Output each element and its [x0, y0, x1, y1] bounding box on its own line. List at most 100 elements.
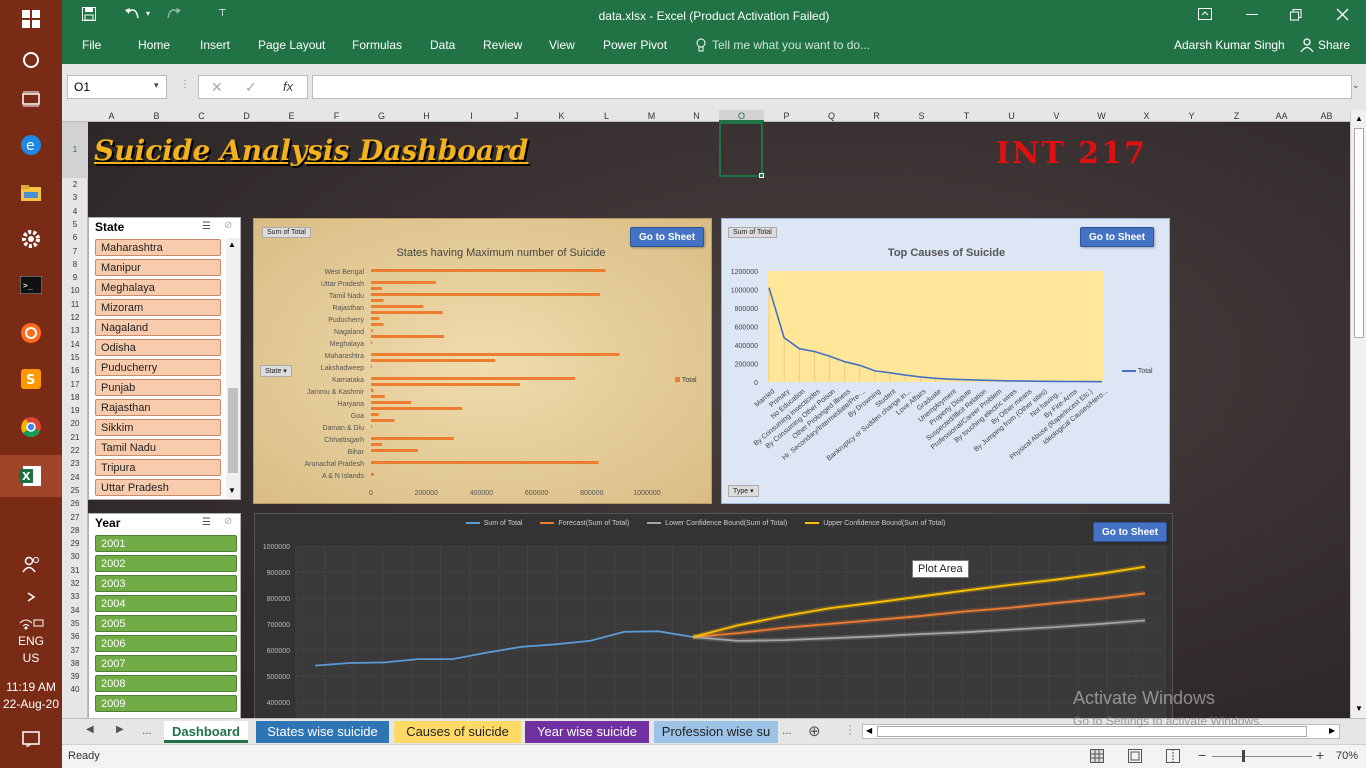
scroll-thumb[interactable] — [1354, 128, 1364, 338]
row-header-6[interactable]: 6 — [62, 231, 88, 244]
action-center-icon[interactable] — [11, 722, 51, 756]
sheet-tab-causes[interactable]: Causes of suicide — [394, 721, 521, 743]
row-header-14[interactable]: 14 — [62, 338, 88, 351]
column-header-q[interactable]: Q — [809, 110, 854, 122]
column-header-k[interactable]: K — [539, 110, 584, 122]
minimize-icon[interactable] — [1246, 14, 1258, 15]
column-header-e[interactable]: E — [269, 110, 314, 122]
year-slicer-item[interactable]: 2003 — [95, 575, 237, 592]
state-slicer-item[interactable]: Tripura — [95, 459, 221, 476]
row-header-26[interactable]: 26 — [62, 497, 88, 510]
close-icon[interactable] — [1336, 8, 1349, 24]
name-box[interactable]: O1 — [67, 75, 167, 99]
row-header-35[interactable]: 35 — [62, 617, 88, 630]
tab-file[interactable]: File — [82, 38, 101, 52]
sheet-tab-year-wise[interactable]: Year wise suicide — [525, 721, 649, 743]
column-header-s[interactable]: S — [899, 110, 944, 122]
vertical-scrollbar[interactable]: ▲ ▼ — [1350, 110, 1366, 718]
row-header-10[interactable]: 10 — [62, 284, 88, 297]
scroll-down-icon[interactable]: ▼ — [228, 486, 236, 495]
people-icon[interactable] — [11, 547, 51, 581]
prev-sheet-icon[interactable]: ◀ — [86, 724, 94, 735]
row-header-9[interactable]: 9 — [62, 271, 88, 284]
state-slicer-item[interactable]: Nagaland — [95, 319, 221, 336]
column-header-d[interactable]: D — [224, 110, 269, 122]
language-indicator[interactable]: ENG — [0, 634, 62, 648]
tab-insert[interactable]: Insert — [200, 38, 230, 52]
state-slicer-item[interactable]: Manipur — [95, 259, 221, 276]
zoom-in-icon[interactable]: + — [1316, 747, 1324, 763]
row-header-2[interactable]: 2 — [62, 178, 88, 191]
row-header-40[interactable]: 40 — [62, 683, 88, 696]
share-button[interactable]: Share — [1318, 38, 1350, 52]
more-sheets-ellipsis[interactable]: ... — [142, 723, 152, 737]
tab-page-layout[interactable]: Page Layout — [258, 38, 325, 52]
clear-filter-icon[interactable]: ⊘ — [224, 220, 232, 231]
page-layout-view-icon[interactable] — [1128, 749, 1142, 766]
clock-time[interactable]: 11:19 AM — [0, 680, 62, 694]
zoom-slider-thumb[interactable] — [1242, 750, 1245, 762]
row-header-25[interactable]: 25 — [62, 484, 88, 497]
selected-cell-o1[interactable] — [719, 122, 763, 177]
column-header-r[interactable]: R — [854, 110, 899, 122]
command-prompt-icon[interactable]: >_ — [11, 268, 51, 302]
state-slicer-item[interactable]: Odisha — [95, 339, 221, 356]
row-header-3[interactable]: 3 — [62, 191, 88, 204]
sheet-tab-profession-wise[interactable]: Profession wise su — [654, 721, 778, 743]
scroll-thumb[interactable] — [228, 388, 238, 473]
row-header-37[interactable]: 37 — [62, 644, 88, 657]
column-header-g[interactable]: G — [359, 110, 404, 122]
task-view-icon[interactable] — [11, 82, 51, 116]
column-header-o[interactable]: O — [719, 110, 764, 122]
column-header-p[interactable]: P — [764, 110, 809, 122]
scroll-down-icon[interactable]: ▼ — [1355, 704, 1363, 713]
year-slicer-item[interactable]: 2007 — [95, 655, 237, 672]
state-slicer-item[interactable]: Uttar Pradesh — [95, 479, 221, 496]
row-header-36[interactable]: 36 — [62, 630, 88, 643]
column-header-ab[interactable]: AB — [1304, 110, 1349, 122]
row-header-32[interactable]: 32 — [62, 577, 88, 590]
headphones-app-icon[interactable] — [11, 316, 51, 350]
column-header-x[interactable]: X — [1124, 110, 1169, 122]
sheet-tab-dashboard[interactable]: Dashboard — [164, 721, 248, 743]
year-slicer-item[interactable]: 2002 — [95, 555, 237, 572]
restore-icon[interactable] — [1290, 9, 1302, 24]
column-header-z[interactable]: Z — [1214, 110, 1259, 122]
year-slicer-item[interactable]: 2008 — [95, 675, 237, 692]
tab-power-pivot[interactable]: Power Pivot — [603, 38, 667, 52]
row-header-12[interactable]: 12 — [62, 311, 88, 324]
state-slicer-item[interactable]: Puducherry — [95, 359, 221, 376]
column-header-f[interactable]: F — [314, 110, 359, 122]
row-header-39[interactable]: 39 — [62, 670, 88, 683]
state-slicer-item[interactable]: Punjab — [95, 379, 221, 396]
fill-handle[interactable] — [759, 173, 764, 178]
enter-check-icon[interactable]: ✓ — [245, 79, 257, 96]
scroll-up-icon[interactable]: ▲ — [1355, 114, 1363, 123]
settings-gear-icon[interactable] — [11, 222, 51, 256]
column-header-a[interactable]: A — [89, 110, 134, 122]
cortana-search-icon[interactable] — [11, 43, 51, 77]
row-header-30[interactable]: 30 — [62, 550, 88, 563]
sheet-tab-states-wise[interactable]: States wise suicide — [256, 721, 389, 743]
column-header-b[interactable]: B — [134, 110, 179, 122]
normal-view-icon[interactable] — [1090, 749, 1104, 766]
state-slicer-item[interactable]: Maharashtra — [95, 239, 221, 256]
column-header-m[interactable]: M — [629, 110, 674, 122]
year-forecast-chart[interactable]: Sum of Total Forecast(Sum of Total) Lower … — [254, 513, 1173, 718]
year-slicer-item[interactable]: 2006 — [95, 635, 237, 652]
state-slicer-scrollbar[interactable]: ▲ ▼ — [226, 238, 240, 498]
year-slicer-item[interactable]: 2004 — [95, 595, 237, 612]
edge-browser-icon[interactable]: e — [11, 128, 51, 162]
tab-view[interactable]: View — [549, 38, 575, 52]
row-header-4[interactable]: 4 — [62, 205, 88, 218]
column-header-j[interactable]: J — [494, 110, 539, 122]
column-header-n[interactable]: N — [674, 110, 719, 122]
chrome-browser-icon[interactable] — [11, 410, 51, 444]
column-header-h[interactable]: H — [404, 110, 449, 122]
multi-select-icon[interactable]: ☰ — [202, 517, 211, 528]
user-name[interactable]: Adarsh Kumar Singh — [1174, 38, 1285, 52]
scroll-up-icon[interactable]: ▲ — [228, 240, 236, 249]
state-slicer-item[interactable]: Sikkim — [95, 419, 221, 436]
more-sheets-ellipsis[interactable]: ... — [782, 723, 792, 737]
row-header-16[interactable]: 16 — [62, 364, 88, 377]
